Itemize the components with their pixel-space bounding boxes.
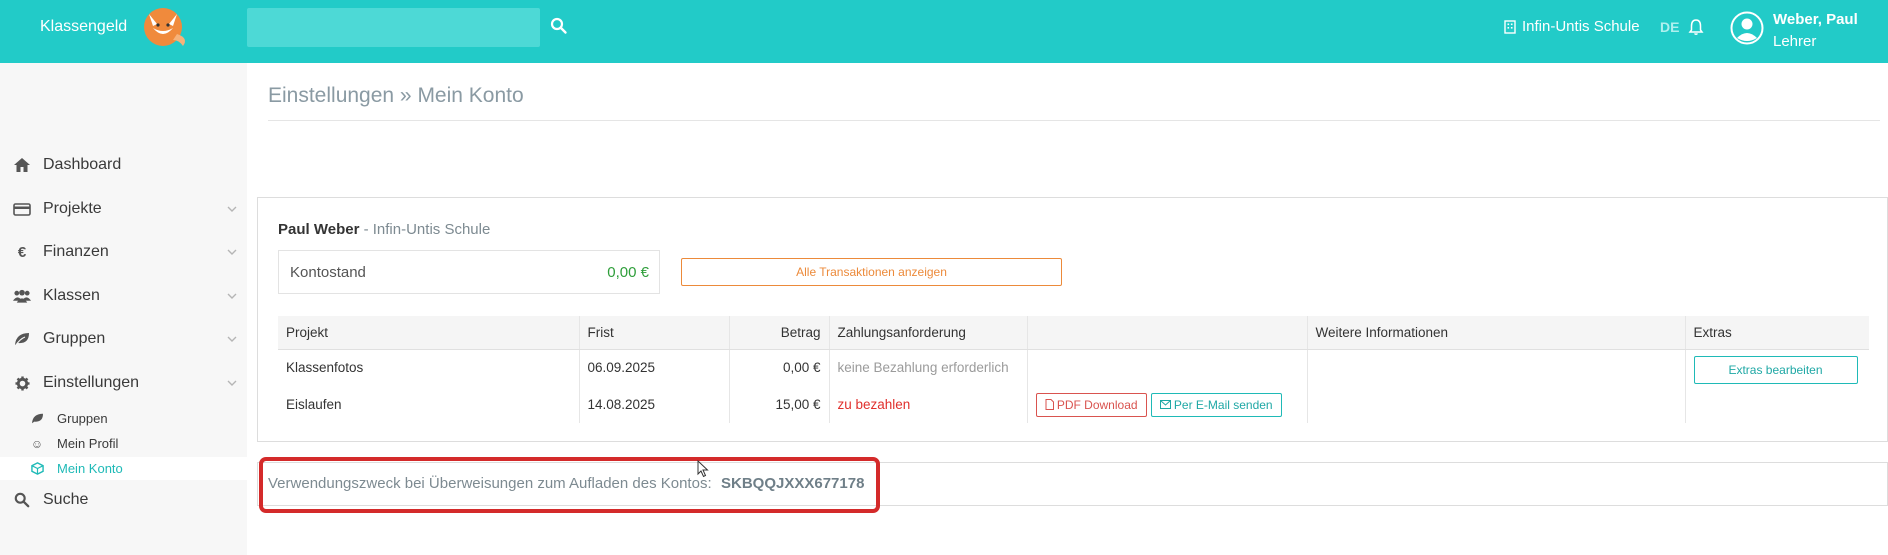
avatar-icon[interactable] — [1730, 11, 1764, 45]
language-switch[interactable]: DE — [1660, 19, 1679, 35]
column-header-zahlungsanforderung[interactable]: Zahlungsanforderung — [828, 316, 1027, 350]
sidebar-item-dashboard[interactable]: Dashboard — [0, 150, 247, 180]
highlight-frame — [259, 457, 880, 513]
edit-extras-button[interactable]: Extras bearbeiten — [1693, 355, 1858, 384]
euro-icon: € — [17, 243, 27, 261]
sidebar-item-label: Projekte — [43, 200, 102, 217]
pdf-download-label: PDF Download — [1056, 397, 1138, 412]
column-header-projekt[interactable]: Projekt — [278, 316, 579, 350]
school-name: Infin-Untis Schule — [1522, 18, 1640, 35]
user-role: Lehrer — [1773, 33, 1817, 50]
leaf-icon — [13, 330, 31, 348]
divider — [268, 120, 1880, 121]
cell-weitere-informationen — [1306, 349, 1685, 423]
school-selector[interactable]: Infin-Untis Schule — [1504, 18, 1640, 35]
pdf-file-icon — [1045, 398, 1054, 410]
column-header-actions — [1026, 316, 1307, 350]
chevron-down-icon — [227, 293, 237, 299]
chevron-down-icon — [227, 336, 237, 342]
owner-school: - Infin-Untis Schule — [359, 221, 491, 238]
sidebar-item-projekte[interactable]: Projekte — [0, 194, 247, 224]
column-header-frist[interactable]: Frist — [578, 316, 729, 350]
all-transactions-button[interactable]: Alle Transaktionen anzeigen — [681, 258, 1062, 286]
home-icon — [13, 156, 31, 174]
fox-logo-icon[interactable] — [139, 4, 191, 50]
gear-icon — [13, 374, 31, 392]
cell-betrag: 15,00 € — [728, 386, 829, 423]
sidebar-item-label: Dashboard — [43, 156, 122, 173]
sidebar-subitem-label: Gruppen — [57, 411, 108, 426]
projects-table: Projekt Frist Betrag Zahlungsanforderung… — [278, 316, 1869, 423]
sidebar-item-einstellungen[interactable]: Einstellungen — [0, 368, 247, 398]
chevron-down-icon — [227, 249, 237, 255]
cell-actions: PDF Download Per E-Mail senden — [1026, 386, 1307, 423]
cell-frist: 06.09.2025 — [578, 349, 729, 386]
cell-zahlungsanforderung: zu bezahlen — [828, 386, 1027, 423]
cell-projekt: Klassenfotos — [286, 360, 364, 376]
balance-label: Kontostand — [290, 264, 366, 281]
sidebar-item-suche[interactable]: Suche — [0, 485, 247, 515]
column-header-extras[interactable]: Extras — [1684, 316, 1869, 350]
sidebar-item-klassen[interactable]: Klassen — [0, 281, 247, 311]
chevron-down-icon — [227, 206, 237, 212]
sidebar-item-label: Suche — [43, 491, 89, 508]
sidebar-item-label: Finanzen — [43, 243, 109, 260]
send-email-button[interactable]: Per E-Mail senden — [1150, 392, 1282, 417]
sidebar-subitem-gruppen[interactable]: Gruppen — [0, 407, 247, 430]
envelope-icon — [1159, 399, 1171, 409]
account-panel: Paul Weber - Infin-Untis Schule Kontosta… — [257, 197, 1888, 442]
column-header-betrag[interactable]: Betrag — [728, 316, 829, 350]
owner-name: Paul Weber — [278, 221, 360, 238]
leaf-icon — [30, 412, 44, 426]
search-icon — [13, 491, 31, 509]
building-icon — [1504, 19, 1516, 34]
cell-actions — [1026, 349, 1307, 386]
cube-icon — [30, 462, 44, 476]
table-row: Klassenfotos 06.09.2025 0,00 € keine Bez… — [278, 349, 1869, 423]
smiley-icon: ☺ — [30, 436, 44, 451]
page-title: Einstellungen » Mein Konto — [268, 84, 524, 107]
mouse-cursor-icon — [697, 460, 709, 478]
sidebar-item-label: Einstellungen — [43, 374, 140, 391]
sidebar-subitem-label: Mein Profil — [57, 436, 119, 451]
cell-projekt: Eislaufen — [286, 397, 342, 412]
cell-frist: 14.08.2025 — [578, 386, 729, 423]
chevron-down-icon — [227, 380, 237, 386]
users-icon — [13, 287, 31, 305]
sidebar-subitem-label: Mein Konto — [57, 461, 123, 476]
balance-value: 0,00 € — [607, 264, 649, 281]
send-email-label: Per E-Mail senden — [1173, 397, 1273, 412]
sidebar: Dashboard Projekte € Finanzen Klassen Gr… — [0, 63, 247, 555]
search-input[interactable] — [247, 8, 540, 47]
cell-betrag: 0,00 € — [728, 349, 829, 386]
pdf-download-button[interactable]: PDF Download — [1035, 392, 1147, 417]
brand-name[interactable]: Klassengeld — [40, 18, 127, 36]
cell-extras: Extras bearbeiten — [1684, 349, 1869, 423]
top-bar: Klassengeld Infin-Untis Schule DE Weber,… — [0, 0, 1888, 63]
column-header-weitere-informationen[interactable]: Weitere Informationen — [1306, 316, 1685, 350]
search-icon[interactable] — [550, 17, 568, 35]
bell-icon[interactable] — [1688, 18, 1704, 36]
cell-zahlungsanforderung: keine Bezahlung erforderlich — [828, 349, 1027, 386]
sidebar-item-label: Klassen — [43, 287, 100, 304]
sidebar-subitem-mein-profil[interactable]: ☺ Mein Profil — [0, 432, 247, 455]
account-owner: Paul Weber - Infin-Untis Schule — [278, 221, 490, 238]
sidebar-item-label: Gruppen — [43, 330, 106, 347]
table-header-row: Projekt Frist Betrag Zahlungsanforderung… — [278, 316, 1869, 350]
balance-box: Kontostand 0,00 € — [278, 250, 660, 294]
sidebar-item-gruppen[interactable]: Gruppen — [0, 324, 247, 354]
user-name[interactable]: Weber, Paul — [1773, 11, 1858, 28]
credit-card-icon — [13, 200, 31, 218]
sidebar-item-finanzen[interactable]: € Finanzen — [0, 237, 247, 267]
sidebar-subitem-mein-konto[interactable]: Mein Konto — [0, 457, 247, 480]
